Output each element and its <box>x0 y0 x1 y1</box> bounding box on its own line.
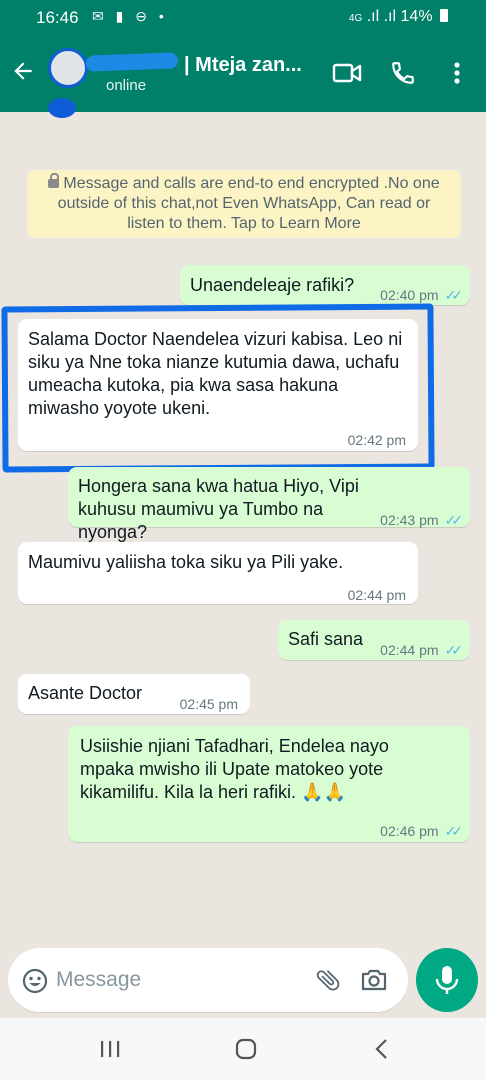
double-tick-icon: ✓✓ <box>444 642 464 658</box>
status-bar: 16:46 ✉ ▮ ⊖ • 4G .ıl .ıl 14% <box>0 0 486 34</box>
message-outgoing[interactable]: Hongera sana kwa hatua Hiyo, Vipi kuhusu… <box>68 467 470 542</box>
message-time: 02:46 pm <box>380 823 439 839</box>
more-vert-icon[interactable] <box>450 60 464 86</box>
contact-status: online <box>106 77 147 94</box>
message-time: 02:43 pm <box>380 512 439 528</box>
network-type: 4G <box>348 13 363 24</box>
back-nav-icon[interactable] <box>372 1038 392 1060</box>
mic-icon <box>435 966 459 994</box>
battery-icon <box>440 9 448 22</box>
message-text: Hongera sana kwa hatua Hiyo, Vipi kuhusu… <box>78 476 359 542</box>
avatar[interactable] <box>48 48 88 88</box>
mic-button[interactable] <box>416 948 478 1012</box>
message-meta: 02:46 pm ✓✓ <box>380 820 464 843</box>
message-incoming[interactable]: Asante Doctor 02:45 pm <box>18 674 250 714</box>
message-incoming[interactable]: Maumivu yaliisha toka siku ya Pili yake.… <box>18 542 418 604</box>
lock-icon <box>48 173 60 188</box>
message-composer <box>8 948 408 1012</box>
message-text: Safi sana <box>288 629 364 649</box>
message-time: 02:44 pm <box>380 642 439 658</box>
signal-icon: .ıl .ıl <box>366 8 397 25</box>
message-text: Unaendeleaje rafiki? <box>190 275 355 295</box>
message-input[interactable] <box>56 964 296 996</box>
message-text: Maumivu yaliisha toka siku ya Pili yake. <box>28 552 344 572</box>
battery-level: 14% <box>400 8 433 25</box>
video-call-icon[interactable] <box>332 60 362 86</box>
back-arrow-icon[interactable] <box>10 58 36 84</box>
emoji-icon[interactable] <box>22 968 48 994</box>
message-time: 02:45 pm <box>179 696 238 712</box>
message-time: 02:44 pm <box>347 587 406 603</box>
message-text: Asante Doctor <box>28 683 143 703</box>
message-meta: 02:44 pm ✓✓ <box>380 639 464 662</box>
notification-icons: ✉ ▮ ⊖ • <box>92 8 168 24</box>
chat-header: | Mteja zan... online <box>0 34 486 118</box>
redacted-name <box>85 52 179 72</box>
recents-icon[interactable] <box>98 1038 122 1060</box>
status-right: 4G .ıl .ıl 14% <box>349 8 448 26</box>
message-outgoing[interactable]: Usiishie njiani Tafadhari, Endelea nayo … <box>68 726 470 842</box>
encryption-notice[interactable]: Message and calls are end-to end encrypt… <box>27 170 461 238</box>
contact-name[interactable]: | Mteja zan... <box>184 54 302 77</box>
home-icon[interactable] <box>234 1038 258 1060</box>
phone-icon[interactable] <box>390 60 416 86</box>
double-tick-icon: ✓✓ <box>444 287 464 303</box>
message-meta: 02:43 pm ✓✓ <box>380 509 464 532</box>
message-outgoing[interactable]: Unaendeleaje rafiki? 02:40 pm ✓✓ <box>180 265 470 305</box>
double-tick-icon: ✓✓ <box>444 512 464 528</box>
highlight-annotation <box>1 303 435 473</box>
message-outgoing[interactable]: Safi sana 02:44 pm ✓✓ <box>278 620 470 660</box>
double-tick-icon: ✓✓ <box>444 823 464 839</box>
status-time: 16:46 <box>36 8 79 27</box>
camera-icon[interactable] <box>360 967 388 993</box>
system-nav-bar <box>0 1018 486 1080</box>
message-text: Usiishie njiani Tafadhari, Endelea nayo … <box>80 736 389 802</box>
message-time: 02:40 pm <box>380 287 439 303</box>
chat-area: Message and calls are end-to end encrypt… <box>0 112 486 938</box>
encryption-notice-text: Message and calls are end-to end encrypt… <box>57 175 440 232</box>
attach-icon[interactable] <box>314 966 342 994</box>
